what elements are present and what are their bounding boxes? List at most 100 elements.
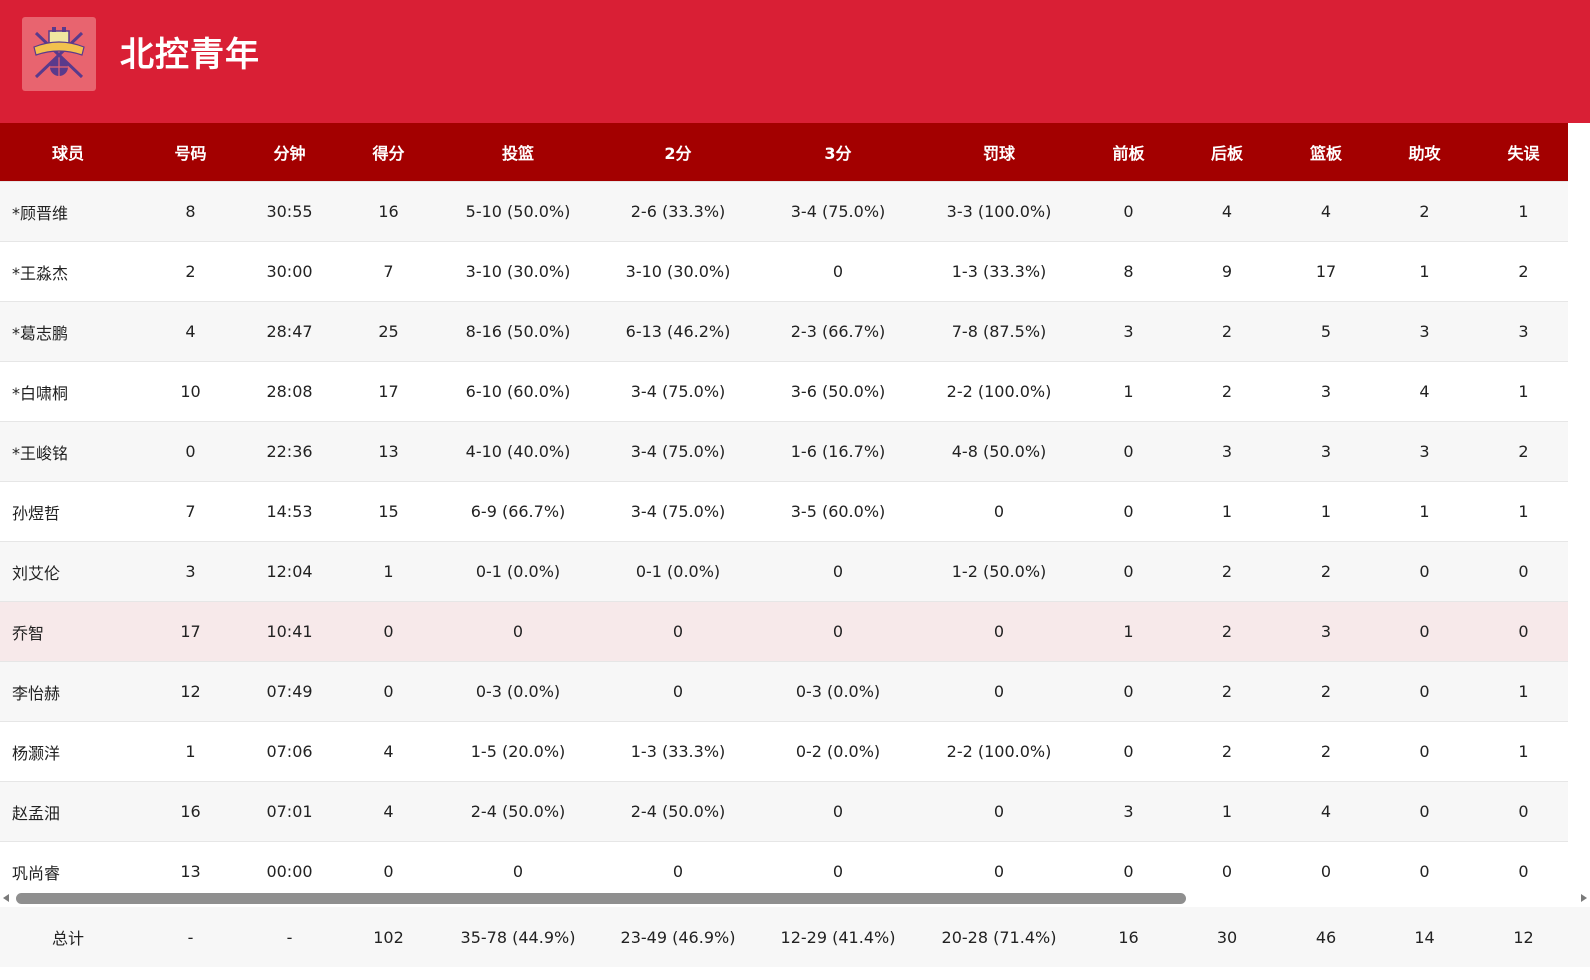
stat-cell: 0 [593,841,763,890]
player-stats-table-wrap[interactable]: 球员 号码 分钟 得分 投篮 2分 3分 罚球 前板 后板 篮板 助攻 失误 *顾晋维 8 30:55 16 5… [0,123,1590,890]
table-row[interactable]: 刘艾伦 3 12:04 1 0-1 (0.0%) 0-1 (0.0%) 0 1-2 (50.0… [0,541,1568,602]
stat-cell: 4 [334,781,443,842]
stat-cell: 1 [1085,361,1172,422]
stat-cell: 3 [1085,781,1172,842]
player-name-cell[interactable]: *白啸桐 [0,361,136,422]
player-stats-table: 球员 号码 分钟 得分 投篮 2分 3分 罚球 前板 后板 篮板 助攻 失误 *顾晋维 8 30:55 16 5… [0,123,1568,890]
player-name-cell[interactable]: 巩尚睿 [0,841,136,890]
column-header[interactable]: 号码 [136,123,245,182]
stat-cell: 0 [1479,841,1568,890]
stat-cell: 07:49 [245,661,334,722]
stat-cell: 10 [136,361,245,422]
stat-cell: 1 [1172,781,1282,842]
stat-cell: 3-3 (100.0%) [913,181,1085,242]
stat-cell: 17 [334,361,443,422]
stat-cell: 6-10 (60.0%) [443,361,593,422]
player-name-cell[interactable]: 孙煜哲 [0,481,136,542]
stat-cell: 16 [136,781,245,842]
table-row[interactable]: 巩尚睿 13 00:00 0 0 0 0 0 0 0 0 0 0 [0,841,1568,890]
stat-cell: 1 [1370,481,1479,542]
table-row[interactable]: *白啸桐 10 28:08 17 6-10 (60.0%) 3-4 (75.0%) 3-6 … [0,361,1568,422]
column-header[interactable]: 失误 [1479,123,1568,182]
player-name-cell[interactable]: *葛志鹏 [0,301,136,362]
scrollbar-thumb[interactable] [16,893,1186,904]
totals-cell: - [245,907,334,967]
stat-cell: 1-5 (20.0%) [443,721,593,782]
stat-cell: 4 [334,721,443,782]
column-header[interactable]: 后板 [1172,123,1282,182]
column-header[interactable]: 篮板 [1282,123,1370,182]
player-name-cell[interactable]: 李怡赫 [0,661,136,722]
player-name-cell[interactable]: 杨灏洋 [0,721,136,782]
stat-cell: 1 [1282,481,1370,542]
stat-cell: 13 [334,421,443,482]
table-row[interactable]: *王峻铭 0 22:36 13 4-10 (40.0%) 3-4 (75.0%) 1-6 (… [0,421,1568,482]
column-header[interactable]: 球员 [0,123,136,182]
stat-cell: 0-3 (0.0%) [763,661,913,722]
stat-cell: 12:04 [245,541,334,602]
column-header[interactable]: 助攻 [1370,123,1479,182]
column-header[interactable]: 投篮 [443,123,593,182]
column-header[interactable]: 得分 [334,123,443,182]
scroll-right-arrow-icon[interactable] [1581,894,1587,902]
stat-cell: 1 [1479,661,1568,722]
totals-row-wrap: 总计 - -102 35-78 (44.9%) 23-49 (46.9%) 12-29 (… [0,907,1590,967]
table-row[interactable]: 杨灏洋 1 07:06 4 1-5 (20.0%) 1-3 (33.3%) 0-2 (0.0… [0,721,1568,782]
stat-cell: 2 [1172,661,1282,722]
column-header[interactable]: 前板 [1085,123,1172,182]
team-logo-icon [22,17,96,91]
player-name-cell[interactable]: 乔智 [0,601,136,662]
table-row[interactable]: 赵孟沺 16 07:01 4 2-4 (50.0%) 2-4 (50.0%) 0 0 3 1 4 0 0 [0,781,1568,842]
stat-cell: 3 [1282,361,1370,422]
player-name-cell[interactable]: 赵孟沺 [0,781,136,842]
table-row[interactable]: *顾晋维 8 30:55 16 5-10 (50.0%) 2-6 (33.3%) 3-4 (… [0,181,1568,242]
stat-cell: 2 [136,241,245,302]
totals-cell: 12-29 (41.4%) [763,907,913,967]
stat-cell: 17 [1282,241,1370,302]
column-header[interactable]: 2分 [593,123,763,182]
player-name-cell[interactable]: *王淼杰 [0,241,136,302]
stat-cell: 3 [1370,421,1479,482]
stat-cell: 7 [136,481,245,542]
table-row[interactable]: *葛志鹏 4 28:47 25 8-16 (50.0%) 6-13 (46.2%) 2-3 … [0,301,1568,362]
horizontal-scrollbar[interactable] [0,890,1590,907]
column-header[interactable]: 分钟 [245,123,334,182]
scroll-left-arrow-icon[interactable] [3,894,9,902]
column-header[interactable]: 3分 [763,123,913,182]
table-header-row: 球员 号码 分钟 得分 投篮 2分 3分 罚球 前板 后板 篮板 助攻 失误 [0,123,1568,182]
stat-cell: 0 [593,601,763,662]
stat-cell: 2 [1282,661,1370,722]
stat-cell: 6-13 (46.2%) [593,301,763,362]
stat-cell: 17 [136,601,245,662]
stat-cell: 0 [1370,601,1479,662]
column-header[interactable]: 罚球 [913,123,1085,182]
table-row[interactable]: 乔智 17 10:41 0 0 0 0 0 1 2 3 0 0 [0,601,1568,662]
stat-cell: 2 [1370,181,1479,242]
stat-cell: 0 [1172,841,1282,890]
stat-cell: 2 [1172,601,1282,662]
stat-cell: 9 [1172,241,1282,302]
player-name-cell[interactable]: 刘艾伦 [0,541,136,602]
stat-cell: 2 [1172,541,1282,602]
stat-cell: 2 [1172,301,1282,362]
stat-cell: 1 [1479,361,1568,422]
stat-cell: 1 [1479,481,1568,542]
stat-cell: 0 [1085,541,1172,602]
stat-cell: 1-6 (16.7%) [763,421,913,482]
stat-cell: 4 [136,301,245,362]
stat-cell: 0 [913,601,1085,662]
stat-cell: 0 [1085,421,1172,482]
player-name-cell[interactable]: *顾晋维 [0,181,136,242]
player-name-cell[interactable]: *王峻铭 [0,421,136,482]
team-name: 北控青年 [120,35,260,75]
stat-cell: 1 [1085,601,1172,662]
stat-cell: 3 [1282,421,1370,482]
table-row[interactable]: *王淼杰 2 30:00 7 3-10 (30.0%) 3-10 (30.0%) 0 1-3 … [0,241,1568,302]
stat-cell: 0 [1370,721,1479,782]
stat-cell: 0 [913,781,1085,842]
stat-cell: 1 [1172,481,1282,542]
stat-cell: 8 [1085,241,1172,302]
table-row[interactable]: 孙煜哲 7 14:53 15 6-9 (66.7%) 3-4 (75.0%) 3-5 (60… [0,481,1568,542]
stat-cell: 0 [763,601,913,662]
table-row[interactable]: 李怡赫 12 07:49 0 0-3 (0.0%) 0 0-3 (0.0%) 0 0 2 2 0 1 [0,661,1568,722]
